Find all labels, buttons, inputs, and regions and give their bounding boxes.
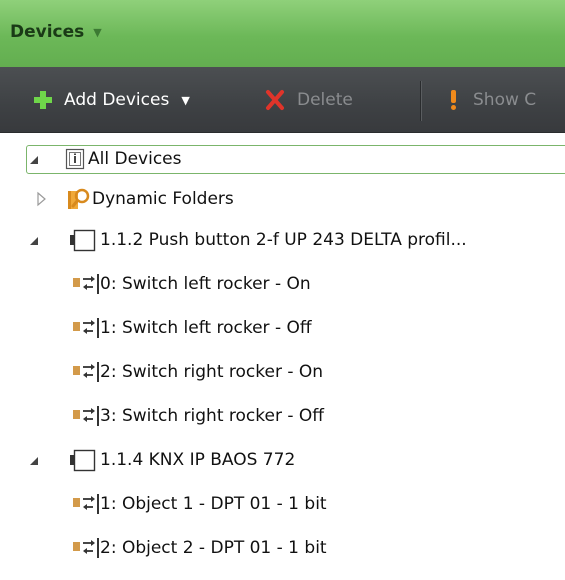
- devices-panel: Devices ▼ Add Devices ▼ Delete Show C Al…: [0, 0, 565, 580]
- group-object-icon: [73, 538, 99, 558]
- tree-item-label: All Devices: [88, 149, 182, 169]
- group-object-icon: [73, 274, 99, 294]
- collapsed-arrow-icon[interactable]: [35, 180, 49, 218]
- tree-item-all-devices[interactable]: All Devices: [0, 140, 565, 178]
- group-object-icon: [73, 494, 99, 514]
- expanded-arrow-icon[interactable]: [28, 140, 42, 178]
- chevron-down-icon: ▼: [93, 25, 102, 39]
- add-devices-label: Add Devices: [64, 90, 170, 110]
- toolbar-separator: [420, 81, 422, 121]
- tree-item-group-object[interactable]: 1: Switch left rocker - Off: [0, 309, 565, 347]
- delete-button[interactable]: Delete: [265, 67, 353, 133]
- x-icon: [266, 90, 284, 110]
- tree-item-group-object[interactable]: 2: Switch right rocker - On: [0, 353, 565, 391]
- tree-item-label: 2: Object 2 - DPT 01 - 1 bit: [100, 538, 327, 558]
- panel-header: Devices ▼: [0, 0, 565, 67]
- show-label: Show C: [473, 90, 537, 110]
- tree-item-label: 2: Switch right rocker - On: [100, 362, 324, 382]
- device-list-icon: [65, 148, 85, 170]
- tree-item-group-object[interactable]: 1: Object 1 - DPT 01 - 1 bit: [0, 485, 565, 523]
- expanded-arrow-icon[interactable]: [28, 441, 42, 479]
- tree-item-label: 1: Switch left rocker - Off: [100, 318, 312, 338]
- plus-icon: [34, 91, 52, 109]
- device-module-icon: [70, 229, 96, 252]
- panel-title: Devices: [10, 22, 85, 42]
- show-button[interactable]: Show C: [449, 67, 536, 133]
- add-devices-button[interactable]: Add Devices ▼: [33, 67, 190, 133]
- device-module-icon: [70, 449, 96, 472]
- chevron-down-icon: ▼: [181, 93, 190, 107]
- tree-item-label: Dynamic Folders: [92, 189, 234, 209]
- group-object-icon: [73, 318, 99, 338]
- tree-item-label: 0: Switch left rocker - On: [100, 274, 311, 294]
- panel-title-dropdown[interactable]: Devices ▼: [10, 2, 102, 62]
- tree-item-device[interactable]: 1.1.4 KNX IP BAOS 772: [0, 441, 565, 479]
- expanded-arrow-icon[interactable]: [28, 221, 42, 259]
- delete-label: Delete: [297, 90, 353, 110]
- tree-item-group-object[interactable]: 2: Object 2 - DPT 01 - 1 bit: [0, 529, 565, 567]
- exclamation-icon: [451, 90, 456, 110]
- tree-item-label: 1.1.4 KNX IP BAOS 772: [100, 450, 296, 470]
- toolbar: Add Devices ▼ Delete Show C: [0, 67, 565, 133]
- tree-item-group-object[interactable]: 0: Switch left rocker - On: [0, 265, 565, 303]
- group-object-icon: [73, 362, 99, 382]
- tree-item-device[interactable]: 1.1.2 Push button 2-f UP 243 DELTA profi…: [0, 221, 565, 259]
- group-object-icon: [73, 406, 99, 426]
- folder-search-icon: [68, 188, 90, 209]
- tree-item-label: 1: Object 1 - DPT 01 - 1 bit: [100, 494, 327, 514]
- tree-item-group-object[interactable]: 3: Switch right rocker - Off: [0, 397, 565, 435]
- tree-item-label: 3: Switch right rocker - Off: [100, 406, 324, 426]
- tree-item-dynamic-folders[interactable]: Dynamic Folders: [0, 180, 565, 218]
- tree-item-label: 1.1.2 Push button 2-f UP 243 DELTA profi…: [100, 230, 467, 250]
